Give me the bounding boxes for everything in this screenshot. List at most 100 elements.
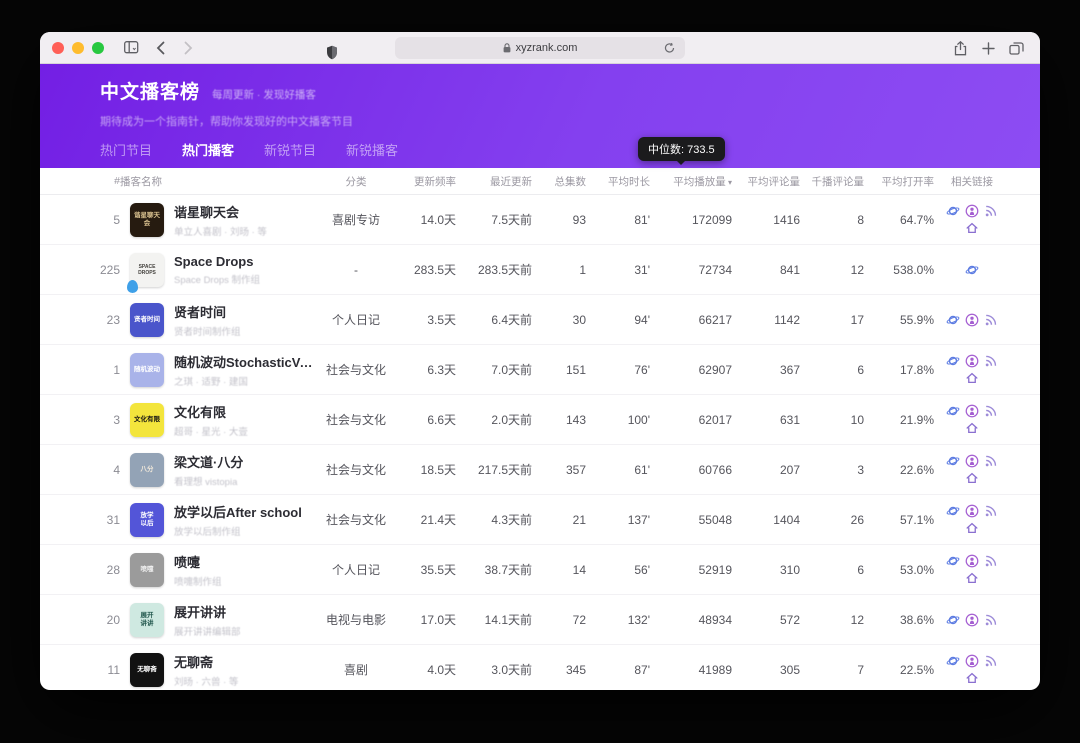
- website-link-icon[interactable]: [965, 471, 979, 485]
- close-window-button[interactable]: [52, 42, 64, 54]
- podcast-cover[interactable]: 文化有限: [130, 403, 164, 437]
- podcast-name-link[interactable]: 贤者时间: [174, 302, 241, 321]
- podcast-name-link[interactable]: 放学以后After school: [174, 502, 302, 521]
- xiaoyuzhou-link-icon[interactable]: [946, 354, 960, 368]
- xiaoyuzhou-link-icon[interactable]: [946, 504, 960, 518]
- apple-link-icon[interactable]: [965, 554, 979, 568]
- open-rate-cell: 55.9%: [864, 313, 934, 327]
- podcast-name-link[interactable]: Space Drops: [174, 254, 260, 269]
- podcast-name-link[interactable]: 文化有限: [174, 402, 248, 421]
- column-header[interactable]: 最近更新: [456, 174, 532, 189]
- rss-link-icon[interactable]: [984, 613, 998, 627]
- column-header[interactable]: 平均打开率: [864, 174, 934, 189]
- column-header[interactable]: 千播评论量: [800, 174, 864, 189]
- avg-plays-cell: 60766: [650, 463, 732, 477]
- website-link-icon[interactable]: [965, 421, 979, 435]
- avg-plays-cell: 62907: [650, 363, 732, 377]
- apple-link-icon[interactable]: [965, 654, 979, 668]
- category-cell: 社会与文化: [320, 411, 392, 428]
- rss-link-icon[interactable]: [984, 554, 998, 568]
- tab-1[interactable]: 热门节目: [100, 140, 152, 159]
- rss-link-icon[interactable]: [984, 354, 998, 368]
- rss-link-icon[interactable]: [984, 454, 998, 468]
- column-header[interactable]: 相关链接: [934, 174, 1010, 189]
- column-header[interactable]: 总集数: [532, 174, 586, 189]
- reload-icon[interactable]: [661, 40, 677, 56]
- update-frequency-cell: 18.5天: [392, 461, 456, 478]
- address-bar[interactable]: xyzrank.com: [395, 37, 685, 59]
- avg-comments-cell: 1404: [732, 513, 800, 527]
- xiaoyuzhou-link-icon[interactable]: [965, 263, 979, 277]
- new-tab-icon[interactable]: [976, 36, 1000, 60]
- rss-link-icon[interactable]: [984, 204, 998, 218]
- xiaoyuzhou-link-icon[interactable]: [946, 613, 960, 627]
- apple-link-icon[interactable]: [965, 454, 979, 468]
- website-link-icon[interactable]: [965, 671, 979, 685]
- podcast-cover[interactable]: 谐星聊天会: [130, 203, 164, 237]
- table-row: 5 谐星聊天会 谐星聊天会 单立人喜剧 · 刘旸 · 等 喜剧专访 14.0天 …: [40, 195, 1040, 245]
- cover-badge: [127, 280, 138, 293]
- podcast-name-link[interactable]: 喷嚏: [174, 552, 222, 571]
- category-cell: 社会与文化: [320, 511, 392, 528]
- rss-link-icon[interactable]: [984, 313, 998, 327]
- podcast-cover[interactable]: 喷嚏: [130, 553, 164, 587]
- apple-link-icon[interactable]: [965, 504, 979, 518]
- column-header[interactable]: 更新频率: [392, 174, 456, 189]
- apple-link-icon[interactable]: [965, 204, 979, 218]
- update-frequency-cell: 6.6天: [392, 411, 456, 428]
- rss-link-icon[interactable]: [984, 504, 998, 518]
- podcast-name-link[interactable]: 随机波动StochasticVol...: [174, 352, 320, 371]
- tab-3[interactable]: 新锐节目: [264, 140, 316, 159]
- rss-link-icon[interactable]: [984, 404, 998, 418]
- xiaoyuzhou-link-icon[interactable]: [946, 404, 960, 418]
- sidebar-toggle-icon[interactable]: [120, 36, 144, 60]
- last-update-cell: 3.0天前: [456, 661, 532, 678]
- privacy-shield-icon[interactable]: [320, 40, 344, 64]
- website-link-icon[interactable]: [965, 521, 979, 535]
- forward-button[interactable]: [176, 36, 200, 60]
- podcast-name-link[interactable]: 展开讲讲: [174, 602, 241, 621]
- column-header[interactable]: 平均评论量: [732, 174, 800, 189]
- podcast-cover[interactable]: 放学 以后: [130, 503, 164, 537]
- column-header[interactable]: 平均时长: [586, 174, 650, 189]
- share-icon[interactable]: [948, 36, 972, 60]
- xiaoyuzhou-link-icon[interactable]: [946, 454, 960, 468]
- xiaoyuzhou-link-icon[interactable]: [946, 204, 960, 218]
- podcast-name-link[interactable]: 谐星聊天会: [174, 202, 267, 221]
- column-header[interactable]: 播客名称: [120, 174, 320, 189]
- podcast-cover[interactable]: SPACE DROPS: [130, 253, 164, 287]
- website-link-icon[interactable]: [965, 571, 979, 585]
- column-header[interactable]: #: [88, 175, 120, 187]
- minimize-window-button[interactable]: [72, 42, 84, 54]
- podcast-cover[interactable]: 八分: [130, 453, 164, 487]
- tab-overview-icon[interactable]: [1004, 36, 1028, 60]
- avg-comments-cell: 631: [732, 413, 800, 427]
- browser-window: xyzrank.com 中文播客榜 每周更新 · 发现好播客 期待成为一个指南针…: [40, 32, 1040, 690]
- last-update-cell: 6.4天前: [456, 311, 532, 328]
- xiaoyuzhou-link-icon[interactable]: [946, 313, 960, 327]
- rss-link-icon[interactable]: [984, 654, 998, 668]
- xiaoyuzhou-link-icon[interactable]: [946, 654, 960, 668]
- apple-link-icon[interactable]: [965, 404, 979, 418]
- zoom-window-button[interactable]: [92, 42, 104, 54]
- xiaoyuzhou-link-icon[interactable]: [946, 554, 960, 568]
- column-header[interactable]: 平均播放量 ▾: [650, 174, 732, 189]
- podcast-cover[interactable]: 无聊斋: [130, 653, 164, 687]
- website-link-icon[interactable]: [965, 221, 979, 235]
- podcast-name-link[interactable]: 梁文道·八分: [174, 452, 243, 471]
- podcast-cover[interactable]: 展开 讲讲: [130, 603, 164, 637]
- apple-link-icon[interactable]: [965, 313, 979, 327]
- podcast-cover[interactable]: 贤者时间: [130, 303, 164, 337]
- apple-link-icon[interactable]: [965, 354, 979, 368]
- apple-link-icon[interactable]: [965, 613, 979, 627]
- podcast-name-link[interactable]: 无聊斋: [174, 652, 238, 671]
- header-tabs: 热门节目 热门播客 新锐节目 新锐播客: [100, 140, 398, 159]
- column-header[interactable]: 分类: [320, 174, 392, 189]
- tab-4[interactable]: 新锐播客: [346, 140, 398, 159]
- back-button[interactable]: [148, 36, 172, 60]
- avg-duration-cell: 100': [586, 413, 650, 427]
- website-link-icon[interactable]: [965, 371, 979, 385]
- tab-2[interactable]: 热门播客: [182, 140, 234, 159]
- podcast-cover[interactable]: 随机波动: [130, 353, 164, 387]
- comments-per-1k-plays-cell: 6: [800, 363, 864, 377]
